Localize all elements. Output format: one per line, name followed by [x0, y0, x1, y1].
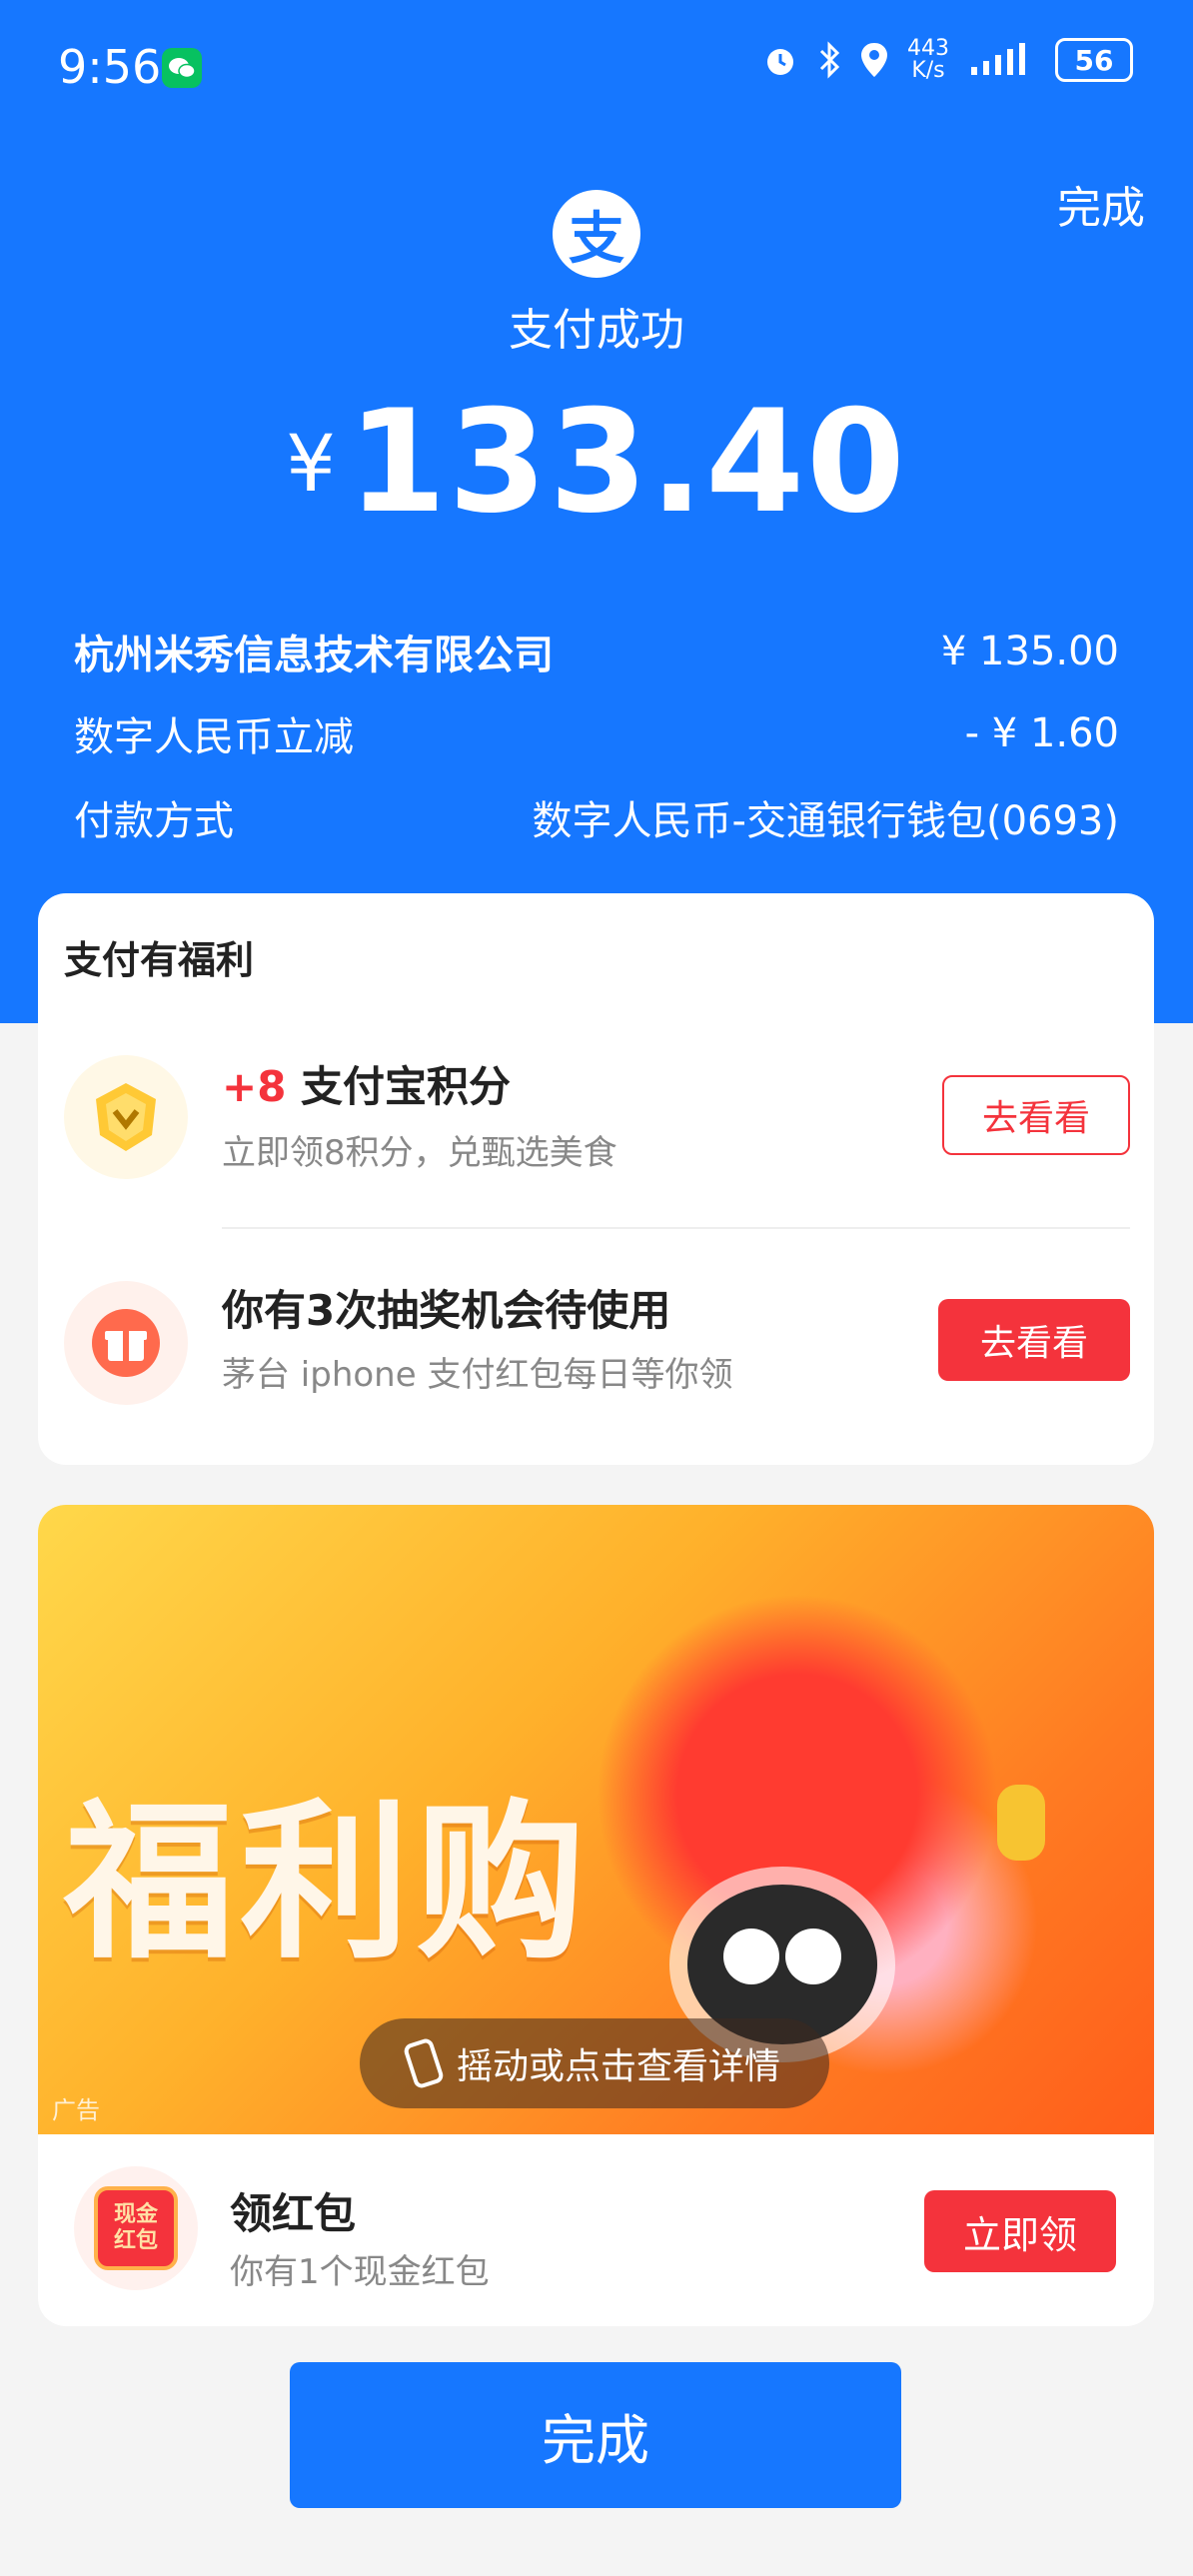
discount-label: 数字人民币立减: [74, 714, 354, 760]
red-packet-icon: 现金 红包: [74, 2166, 198, 2290]
benefits-card: 支付有福利 +8 支付宝积分 立即领8积分，兑甄选美食 去看看 你有3次抽奖机会…: [38, 893, 1154, 1465]
payment-amount: ¥133.40: [0, 380, 1193, 545]
alipay-logo-icon: 支: [553, 190, 640, 278]
mascot-figure: [997, 1785, 1045, 1861]
wechat-icon: [162, 48, 202, 88]
payment-method-label: 付款方式: [74, 798, 234, 844]
gift-icon: [64, 1281, 188, 1405]
points-benefit-subtitle: 立即领8积分，兑甄选美食: [222, 1133, 617, 1173]
points-coin-icon: [64, 1055, 188, 1179]
points-benefit-title: +8 支付宝积分: [222, 1053, 511, 1114]
amount-value: 133.40: [347, 380, 907, 545]
points-go-see-button[interactable]: 去看看: [942, 1075, 1130, 1155]
shake-for-details-button[interactable]: 摇动或点击查看详情: [360, 2018, 829, 2108]
lottery-go-see-button[interactable]: 去看看: [938, 1299, 1130, 1381]
claim-now-button[interactable]: 立即领: [924, 2190, 1116, 2272]
phone-shake-icon: [402, 2036, 446, 2090]
merchant-name: 杭州米秀信息技术有限公司: [74, 633, 554, 678]
lottery-benefit-subtitle: 茅台 iphone 支付红包每日等你领: [222, 1355, 733, 1395]
benefits-title: 支付有福利: [64, 938, 255, 982]
lottery-benefit-title: 你有3次抽奖机会待使用: [222, 1286, 671, 1335]
location-icon: [861, 43, 887, 77]
alarm-icon: [767, 49, 793, 75]
bluetooth-icon: [819, 41, 840, 79]
done-link-top[interactable]: 完成: [1057, 172, 1145, 236]
discount-value: - ¥ 1.60: [964, 710, 1119, 756]
ad-label: 广告: [52, 2096, 100, 2124]
status-icons: 443 K/s 56: [761, 38, 1133, 82]
detail-row-merchant: 杭州米秀信息技术有限公司 ¥ 135.00: [74, 622, 1119, 681]
original-amount: ¥ 135.00: [940, 629, 1119, 674]
battery-icon: 56: [1055, 38, 1133, 82]
ad-card: 福利购 广告 摇动或点击查看详情 现金 红包 领红包 你有1个现金红包 立即领: [38, 1505, 1154, 2326]
red-packet-icon-label: 现金 红包: [94, 2186, 178, 2270]
detail-row-discount: 数字人民币立减 - ¥ 1.60: [74, 703, 1119, 763]
points-label: 支付宝积分: [286, 1062, 512, 1111]
shake-text: 摇动或点击查看详情: [456, 2046, 780, 2087]
currency-symbol: ¥: [286, 420, 336, 510]
payment-method-value: 数字人民币-交通银行钱包(0693): [532, 798, 1119, 844]
net-speed: 443 K/s: [907, 36, 949, 83]
red-packet-title: 领红包: [230, 2189, 357, 2238]
points-amount: +8: [222, 1062, 287, 1111]
benefits-divider: [222, 1227, 1130, 1229]
ad-banner-title: 福利购: [64, 1785, 593, 1982]
detail-row-payment-method: 付款方式 数字人民币-交通银行钱包(0693): [74, 787, 1119, 847]
signal-icon: [971, 43, 1025, 75]
payment-status: 支付成功: [509, 305, 684, 356]
done-button[interactable]: 完成: [290, 2362, 901, 2508]
red-packet-subtitle: 你有1个现金红包: [230, 2252, 490, 2292]
ad-banner[interactable]: 福利购 广告 摇动或点击查看详情: [38, 1505, 1154, 2134]
status-time: 9:56: [58, 40, 162, 94]
status-bar: 9:56 443 K/s 56: [0, 0, 1193, 135]
